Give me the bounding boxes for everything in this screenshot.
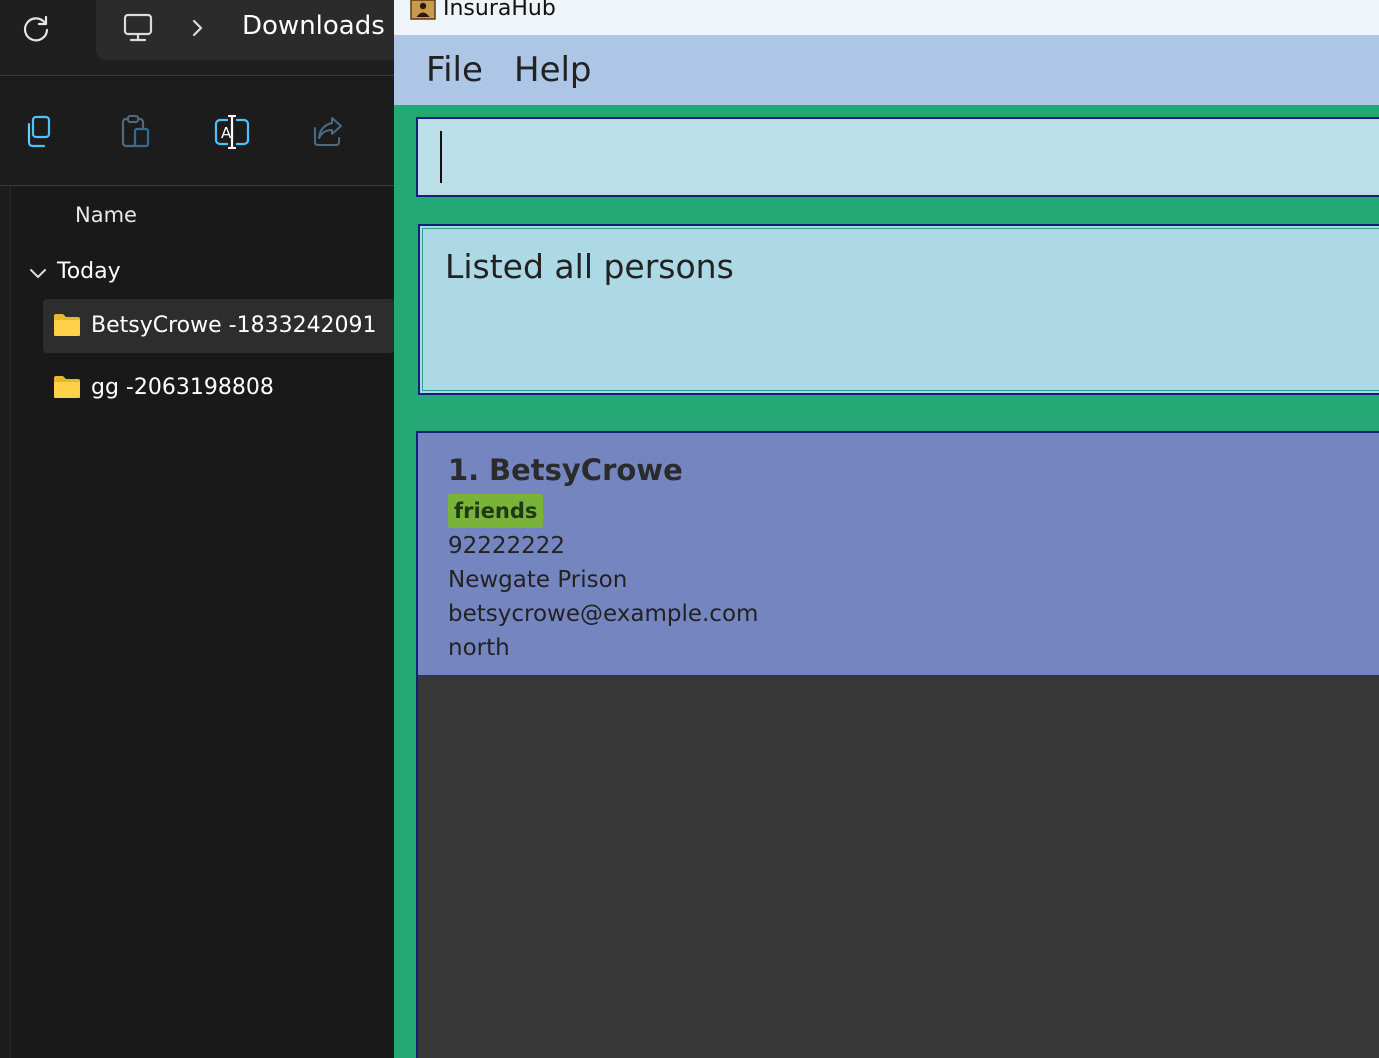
command-bar: A [0, 77, 394, 186]
this-pc-icon[interactable] [120, 10, 156, 46]
paste-icon[interactable] [116, 112, 156, 152]
address-bar[interactable]: Downloads [96, 0, 396, 60]
person-index: 1. [448, 453, 480, 487]
menu-bar: File Help [394, 35, 1379, 105]
command-box[interactable] [416, 117, 1379, 197]
menu-help[interactable]: Help [514, 50, 592, 90]
rename-icon[interactable]: A [212, 112, 252, 152]
column-header-name[interactable]: Name [75, 203, 137, 227]
file-list: Name Today BetsyCrowe -1833242091 gg -20… [10, 187, 395, 1058]
chevron-right-icon[interactable] [186, 14, 210, 42]
result-display: Listed all persons [418, 224, 1379, 395]
folder-icon [53, 313, 81, 337]
person-email: betsycrowe@example.com [448, 601, 759, 627]
person-list[interactable]: 1. BetsyCrowe friends 92222222 Newgate P… [416, 431, 1379, 1058]
window-titlebar[interactable]: InsuraHub [394, 0, 1379, 35]
menu-file[interactable]: File [426, 50, 483, 90]
list-item[interactable]: BetsyCrowe -1833242091 [43, 299, 395, 353]
explorer-toolbar: Downloads [0, 0, 396, 76]
result-display-inner: Listed all persons [422, 228, 1379, 391]
breadcrumb-downloads[interactable]: Downloads [242, 11, 385, 41]
person-card[interactable]: 1. BetsyCrowe friends 92222222 Newgate P… [418, 433, 1379, 675]
file-name: BetsyCrowe -1833242091 [91, 313, 377, 338]
insurahub-window: InsuraHub File Help Listed all persons 1… [394, 0, 1379, 1058]
group-header-today[interactable]: Today [27, 257, 227, 291]
file-name: gg -2063198808 [91, 375, 274, 400]
person-name: BetsyCrowe [489, 453, 683, 487]
folder-icon [53, 375, 81, 399]
chevron-down-icon[interactable] [27, 263, 49, 285]
text-caret [440, 131, 442, 183]
person-region: north [448, 635, 510, 661]
file-explorer-window: Downloads A Name Today BetsyCrowe -18332… [0, 0, 396, 1058]
share-icon[interactable] [308, 112, 348, 152]
tag-badge: friends [448, 494, 544, 528]
window-title: InsuraHub [443, 0, 556, 21]
person-address: Newgate Prison [448, 567, 628, 593]
refresh-icon[interactable] [20, 12, 52, 44]
list-item[interactable]: gg -2063198808 [43, 361, 395, 415]
result-message: Listed all persons [445, 247, 734, 286]
command-input[interactable] [448, 133, 1348, 183]
app-contact-icon [410, 0, 436, 20]
group-label: Today [57, 259, 121, 284]
svg-text:A: A [221, 124, 232, 142]
copy-icon[interactable] [20, 112, 60, 152]
person-phone: 92222222 [448, 533, 566, 559]
